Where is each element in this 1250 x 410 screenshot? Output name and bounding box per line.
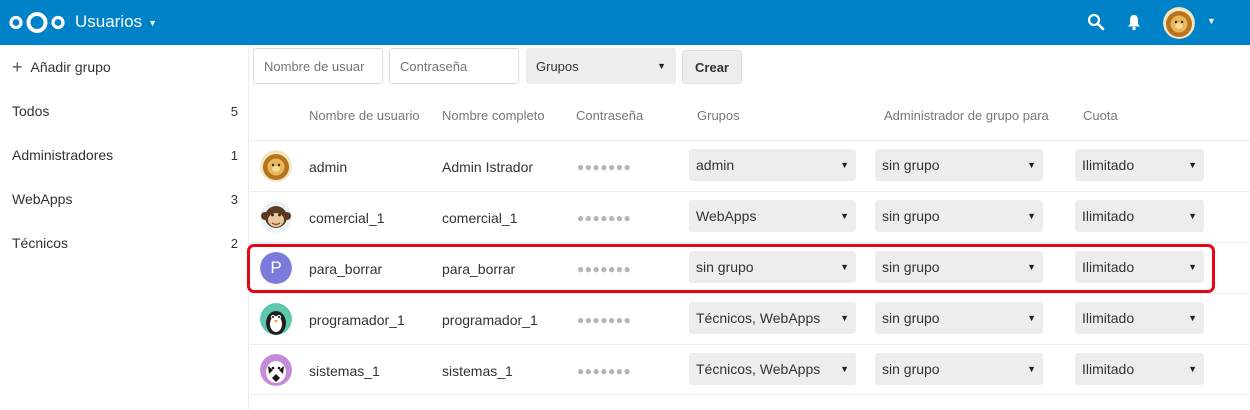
quota-select[interactable]: Ilimitado ▼ bbox=[1075, 149, 1204, 181]
chevron-down-icon: ▼ bbox=[1188, 364, 1197, 374]
column-header-password: Contraseña bbox=[576, 108, 644, 123]
fullname[interactable]: comercial_1 bbox=[442, 192, 517, 243]
add-group-button[interactable]: + Añadir grupo bbox=[12, 57, 111, 77]
subadmin-value: sin grupo bbox=[882, 208, 940, 224]
table-row: sistemas_1 sistemas_1 ●●●●●●● Técnicos, … bbox=[250, 344, 1250, 395]
chevron-down-icon: ▼ bbox=[1027, 211, 1036, 221]
table-row: programador_1 programador_1 ●●●●●●● Técn… bbox=[250, 293, 1250, 344]
app-name: Usuarios bbox=[75, 12, 143, 31]
chevron-down-icon: ▼ bbox=[1027, 160, 1036, 170]
groups-select[interactable]: Técnicos, WebApps ▼ bbox=[689, 353, 856, 385]
username: sistemas_1 bbox=[309, 362, 380, 379]
plus-icon: + bbox=[12, 57, 23, 77]
column-header-subadmin: Administrador de grupo para bbox=[884, 108, 1049, 123]
new-user-groups-select[interactable]: Grupos ▼ bbox=[526, 48, 676, 84]
groups-value: admin bbox=[696, 157, 735, 173]
quota-value: Ilimitado bbox=[1082, 208, 1135, 224]
avatar bbox=[260, 303, 292, 335]
password[interactable]: ●●●●●●● bbox=[577, 192, 631, 243]
app-menu[interactable]: Usuarios ▼ bbox=[75, 12, 157, 32]
avatar bbox=[260, 150, 292, 182]
sidebar-item-count: 1 bbox=[230, 147, 238, 163]
new-username-input[interactable] bbox=[253, 48, 383, 84]
avatar bbox=[260, 201, 292, 233]
chevron-down-icon: ▼ bbox=[1027, 313, 1036, 323]
sidebar-item-webapps[interactable]: WebApps 3 bbox=[0, 177, 249, 221]
password[interactable]: ●●●●●●● bbox=[577, 141, 631, 192]
chevron-down-icon: ▼ bbox=[840, 364, 849, 374]
chevron-down-icon: ▼ bbox=[1188, 313, 1197, 323]
chevron-down-icon: ▼ bbox=[1188, 160, 1197, 170]
sidebar-item-administradores[interactable]: Administradores 1 bbox=[0, 133, 249, 177]
new-password-input[interactable] bbox=[389, 48, 519, 84]
groups-value: Técnicos, WebApps bbox=[696, 310, 821, 326]
quota-value: Ilimitado bbox=[1082, 310, 1135, 326]
quota-select[interactable]: Ilimitado ▼ bbox=[1075, 200, 1204, 232]
subadmin-value: sin grupo bbox=[882, 361, 940, 377]
sidebar-item-tecnicos[interactable]: Técnicos 2 bbox=[0, 221, 249, 265]
subadmin-select[interactable]: sin grupo ▼ bbox=[875, 149, 1043, 181]
sidebar-item-label: Técnicos bbox=[12, 235, 69, 251]
top-bar: Usuarios ▼ ▼ bbox=[0, 0, 1250, 45]
avatar[interactable] bbox=[1163, 7, 1195, 39]
subadmin-select[interactable]: sin grupo ▼ bbox=[875, 353, 1043, 385]
password[interactable]: ●●●●●●● bbox=[577, 294, 631, 345]
groups-select-label: Grupos bbox=[536, 58, 579, 74]
username: programador_1 bbox=[309, 311, 405, 328]
fullname[interactable]: sistemas_1 bbox=[442, 345, 513, 396]
sidebar-item-todos[interactable]: Todos 5 bbox=[0, 89, 249, 133]
groups-select[interactable]: admin ▼ bbox=[689, 149, 856, 181]
sidebar-item-count: 5 bbox=[230, 103, 238, 119]
subadmin-value: sin grupo bbox=[882, 310, 940, 326]
fullname[interactable]: Admin Istrador bbox=[442, 141, 533, 192]
quota-select[interactable]: Ilimitado ▼ bbox=[1075, 302, 1204, 334]
chevron-down-icon: ▼ bbox=[1188, 211, 1197, 221]
create-user-button[interactable]: Crear bbox=[682, 50, 742, 84]
groups-value: WebApps bbox=[696, 208, 757, 224]
row-highlight-annotation bbox=[247, 244, 1215, 293]
bell-icon[interactable] bbox=[1126, 13, 1142, 31]
sidebar: + Añadir grupo Todos 5 Administradores 1… bbox=[0, 45, 249, 410]
quota-value: Ilimitado bbox=[1082, 361, 1135, 377]
column-header-username[interactable]: Nombre de usuario bbox=[309, 108, 420, 123]
sidebar-item-label: Todos bbox=[12, 103, 50, 119]
groups-select[interactable]: WebApps ▼ bbox=[689, 200, 856, 232]
quota-select[interactable]: Ilimitado ▼ bbox=[1075, 353, 1204, 385]
fullname[interactable]: programador_1 bbox=[442, 294, 538, 345]
column-header-fullname[interactable]: Nombre completo bbox=[442, 108, 545, 123]
groups-value: Técnicos, WebApps bbox=[696, 361, 821, 377]
password[interactable]: ●●●●●●● bbox=[577, 345, 631, 396]
chevron-down-icon: ▼ bbox=[840, 313, 849, 323]
column-header-groups: Grupos bbox=[697, 108, 740, 123]
username: comercial_1 bbox=[309, 209, 385, 226]
groups-select[interactable]: Técnicos, WebApps ▼ bbox=[689, 302, 856, 334]
table-row: admin Admin Istrador ●●●●●●● admin ▼ sin… bbox=[250, 140, 1250, 191]
chevron-down-icon: ▼ bbox=[148, 18, 158, 28]
column-header-quota: Cuota bbox=[1083, 108, 1118, 123]
sidebar-item-label: Administradores bbox=[12, 147, 114, 163]
sidebar-item-count: 2 bbox=[230, 235, 238, 251]
avatar bbox=[260, 354, 292, 386]
subadmin-select[interactable]: sin grupo ▼ bbox=[875, 302, 1043, 334]
sidebar-item-count: 3 bbox=[230, 191, 238, 207]
nextcloud-logo-icon[interactable] bbox=[8, 9, 66, 36]
quota-value: Ilimitado bbox=[1082, 157, 1135, 173]
chevron-down-icon: ▼ bbox=[1027, 364, 1036, 374]
chevron-down-icon: ▼ bbox=[840, 211, 849, 221]
subadmin-value: sin grupo bbox=[882, 157, 940, 173]
add-group-label: Añadir grupo bbox=[30, 59, 111, 75]
chevron-down-icon[interactable]: ▼ bbox=[1207, 16, 1216, 26]
sidebar-item-label: WebApps bbox=[12, 191, 73, 207]
chevron-down-icon: ▼ bbox=[840, 160, 849, 170]
subadmin-select[interactable]: sin grupo ▼ bbox=[875, 200, 1043, 232]
chevron-down-icon: ▼ bbox=[657, 61, 666, 71]
username: admin bbox=[309, 158, 348, 175]
search-icon[interactable] bbox=[1087, 13, 1105, 31]
table-row: comercial_1 comercial_1 ●●●●●●● WebApps … bbox=[250, 191, 1250, 242]
